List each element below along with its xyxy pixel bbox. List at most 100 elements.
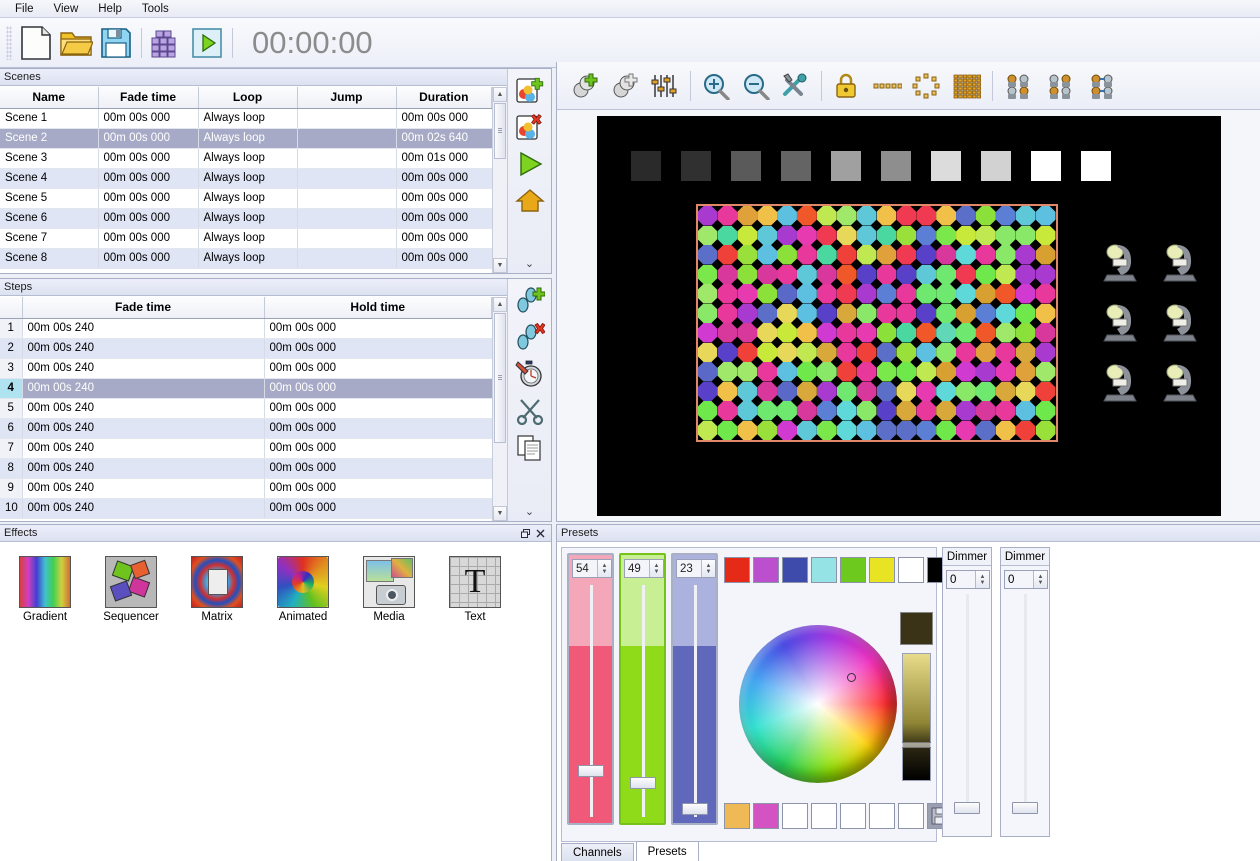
- arrange-line-icon[interactable]: [867, 66, 907, 106]
- led-cell[interactable]: [996, 323, 1016, 343]
- led-cell[interactable]: [757, 343, 777, 363]
- home-scene-button[interactable]: [513, 184, 547, 218]
- dimmer-channel-2[interactable]: Dimmer 0 ▲▼: [1000, 547, 1050, 837]
- led-cell[interactable]: [737, 382, 757, 402]
- led-cell[interactable]: [817, 362, 837, 382]
- led-cell[interactable]: [996, 382, 1016, 402]
- dimmer-square[interactable]: [1081, 151, 1111, 181]
- new-file-icon[interactable]: [16, 23, 56, 63]
- led-cell[interactable]: [698, 284, 718, 304]
- led-cell[interactable]: [698, 362, 718, 382]
- led-cell[interactable]: [737, 343, 757, 363]
- led-cell[interactable]: [797, 421, 817, 441]
- led-cell[interactable]: [757, 401, 777, 421]
- led-cell[interactable]: [717, 206, 737, 226]
- led-cell[interactable]: [1016, 265, 1036, 285]
- led-cell[interactable]: [896, 304, 916, 324]
- color-swatch[interactable]: [782, 557, 808, 583]
- led-cell[interactable]: [698, 323, 718, 343]
- led-cell[interactable]: [896, 265, 916, 285]
- led-cell[interactable]: [777, 323, 797, 343]
- led-cell[interactable]: [817, 226, 837, 246]
- led-cell[interactable]: [717, 265, 737, 285]
- led-cell[interactable]: [817, 382, 837, 402]
- led-cell[interactable]: [817, 343, 837, 363]
- dimmer-channel-1[interactable]: Dimmer 0 ▲▼: [942, 547, 992, 837]
- led-cell[interactable]: [956, 343, 976, 363]
- led-cell[interactable]: [1016, 343, 1036, 363]
- led-cell[interactable]: [916, 401, 936, 421]
- table-row[interactable]: Scene 100m 00s 000Always loop00m 00s 000: [0, 108, 492, 128]
- led-cell[interactable]: [777, 265, 797, 285]
- stage-canvas[interactable]: [597, 116, 1221, 516]
- table-row[interactable]: 400m 00s 24000m 00s 000: [0, 378, 492, 398]
- brightness-strip-handle[interactable]: [902, 742, 931, 748]
- led-cell[interactable]: [837, 382, 857, 402]
- led-cell[interactable]: [976, 382, 996, 402]
- led-cell[interactable]: [936, 304, 956, 324]
- scenes-scrollbar[interactable]: ▲ ▼: [492, 87, 507, 273]
- close-icon[interactable]: [533, 526, 548, 540]
- table-row[interactable]: 900m 00s 24000m 00s 000: [0, 478, 492, 498]
- led-cell[interactable]: [737, 226, 757, 246]
- dimmer-square[interactable]: [1031, 151, 1061, 181]
- preset-slot[interactable]: [898, 803, 924, 829]
- moving-head-icon[interactable]: [1092, 354, 1152, 414]
- led-cell[interactable]: [996, 245, 1016, 265]
- led-cell[interactable]: [1036, 401, 1056, 421]
- led-cell[interactable]: [877, 304, 897, 324]
- led-cell[interactable]: [797, 323, 817, 343]
- led-cell[interactable]: [877, 382, 897, 402]
- fixture-grid[interactable]: [1092, 234, 1212, 414]
- led-cell[interactable]: [737, 206, 757, 226]
- led-cell[interactable]: [777, 304, 797, 324]
- led-cell[interactable]: [837, 226, 857, 246]
- led-cell[interactable]: [936, 382, 956, 402]
- table-row[interactable]: Scene 600m 00s 000Always loop00m 00s 000: [0, 208, 492, 228]
- remove-fixture-icon[interactable]: [605, 66, 645, 106]
- led-cell[interactable]: [777, 284, 797, 304]
- effect-item-matrix[interactable]: Matrix: [186, 556, 248, 623]
- led-cell[interactable]: [1016, 382, 1036, 402]
- led-cell[interactable]: [896, 245, 916, 265]
- table-row[interactable]: Scene 300m 00s 000Always loop00m 01s 000: [0, 148, 492, 168]
- led-cell[interactable]: [837, 362, 857, 382]
- green-channel-slider[interactable]: 49▲▼: [619, 553, 666, 825]
- led-cell[interactable]: [698, 265, 718, 285]
- led-cell[interactable]: [896, 206, 916, 226]
- led-cell[interactable]: [777, 226, 797, 246]
- dimmer-spinner[interactable]: ▲▼: [975, 571, 989, 588]
- table-row[interactable]: 100m 00s 24000m 00s 000: [0, 318, 492, 338]
- led-cell[interactable]: [737, 284, 757, 304]
- steps-scrollbar[interactable]: ▲ ▼: [492, 297, 507, 521]
- led-cell[interactable]: [737, 245, 757, 265]
- led-cell[interactable]: [837, 284, 857, 304]
- red-channel-spinner[interactable]: ▲▼: [597, 560, 611, 577]
- led-cell[interactable]: [717, 421, 737, 441]
- channel-faders-icon[interactable]: [645, 66, 685, 106]
- led-cell[interactable]: [1036, 265, 1056, 285]
- led-cell[interactable]: [857, 343, 877, 363]
- delete-scene-button[interactable]: [513, 110, 547, 144]
- led-cell[interactable]: [777, 362, 797, 382]
- scroll-up-arrow[interactable]: ▲: [493, 297, 507, 312]
- menu-item-file[interactable]: File: [6, 1, 43, 17]
- led-cell[interactable]: [717, 401, 737, 421]
- play-scene-button[interactable]: [513, 147, 547, 181]
- led-cell[interactable]: [896, 382, 916, 402]
- moving-head-icon[interactable]: [1092, 234, 1152, 294]
- led-cell[interactable]: [1016, 421, 1036, 441]
- preset-slot[interactable]: [840, 803, 866, 829]
- red-channel-value-box[interactable]: 54▲▼: [572, 559, 612, 578]
- color-swatch[interactable]: [898, 557, 924, 583]
- green-channel-spinner[interactable]: ▲▼: [649, 560, 663, 577]
- col-fade-time[interactable]: Fade time: [98, 87, 198, 108]
- led-cell[interactable]: [896, 323, 916, 343]
- tab-channels[interactable]: Channels: [561, 843, 634, 861]
- led-cell[interactable]: [837, 245, 857, 265]
- led-cell[interactable]: [717, 323, 737, 343]
- menu-item-view[interactable]: View: [45, 1, 88, 17]
- led-cell[interactable]: [698, 245, 718, 265]
- moving-head-icon[interactable]: [1152, 294, 1212, 354]
- led-cell[interactable]: [956, 206, 976, 226]
